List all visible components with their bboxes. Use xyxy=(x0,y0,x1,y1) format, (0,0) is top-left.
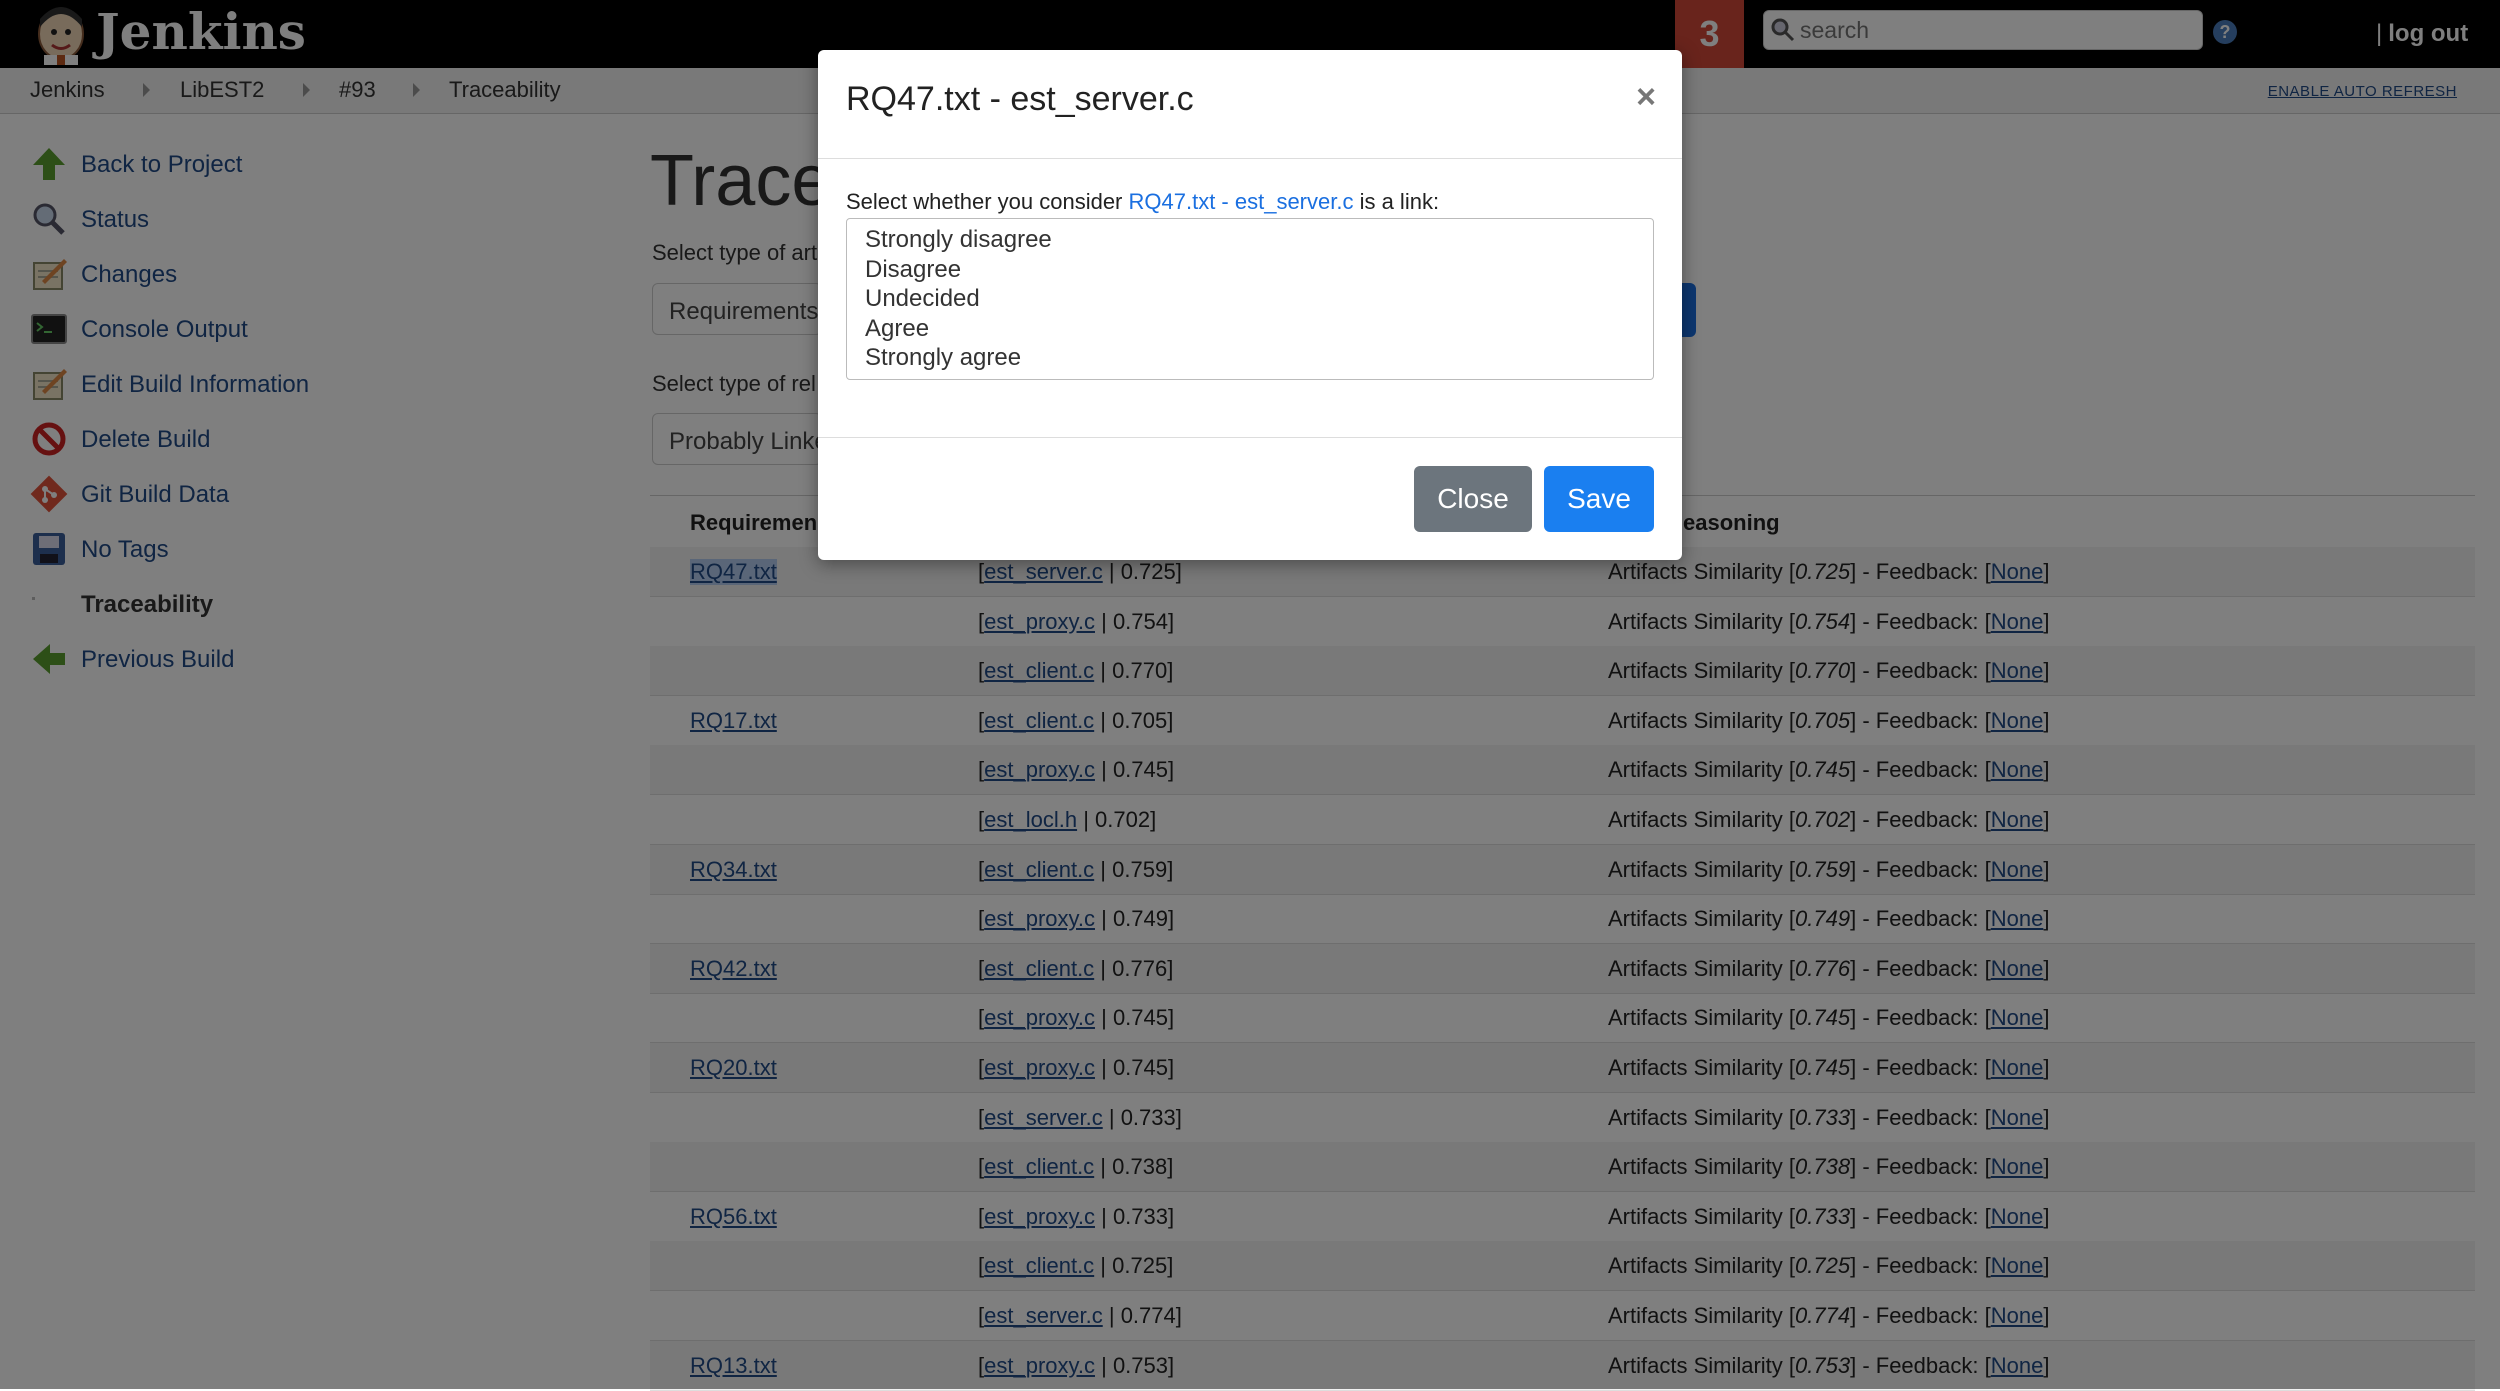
option-undecided[interactable]: Undecided xyxy=(865,284,1653,314)
modal-prompt-link[interactable]: RQ47.txt - est_server.c xyxy=(1129,189,1354,214)
option-strongly-agree[interactable]: Strongly agree xyxy=(865,343,1653,373)
agreement-listbox[interactable]: Strongly disagree Disagree Undecided Agr… xyxy=(846,218,1654,380)
save-button[interactable]: Save xyxy=(1544,466,1654,532)
modal-divider xyxy=(818,437,1682,438)
modal-prompt: Select whether you consider RQ47.txt - e… xyxy=(846,189,1439,215)
option-agree[interactable]: Agree xyxy=(865,314,1653,344)
modal-divider xyxy=(818,158,1682,159)
feedback-modal: RQ47.txt - est_server.c × Select whether… xyxy=(818,50,1682,560)
option-disagree[interactable]: Disagree xyxy=(865,255,1653,285)
modal-prompt-text: is a link: xyxy=(1353,189,1440,214)
close-button[interactable]: Close xyxy=(1414,466,1532,532)
modal-prompt-text: Select whether you consider xyxy=(846,189,1129,214)
modal-title: RQ47.txt - est_server.c xyxy=(846,80,1194,118)
option-strongly-disagree[interactable]: Strongly disagree xyxy=(865,225,1653,255)
close-icon[interactable]: × xyxy=(1636,78,1656,117)
